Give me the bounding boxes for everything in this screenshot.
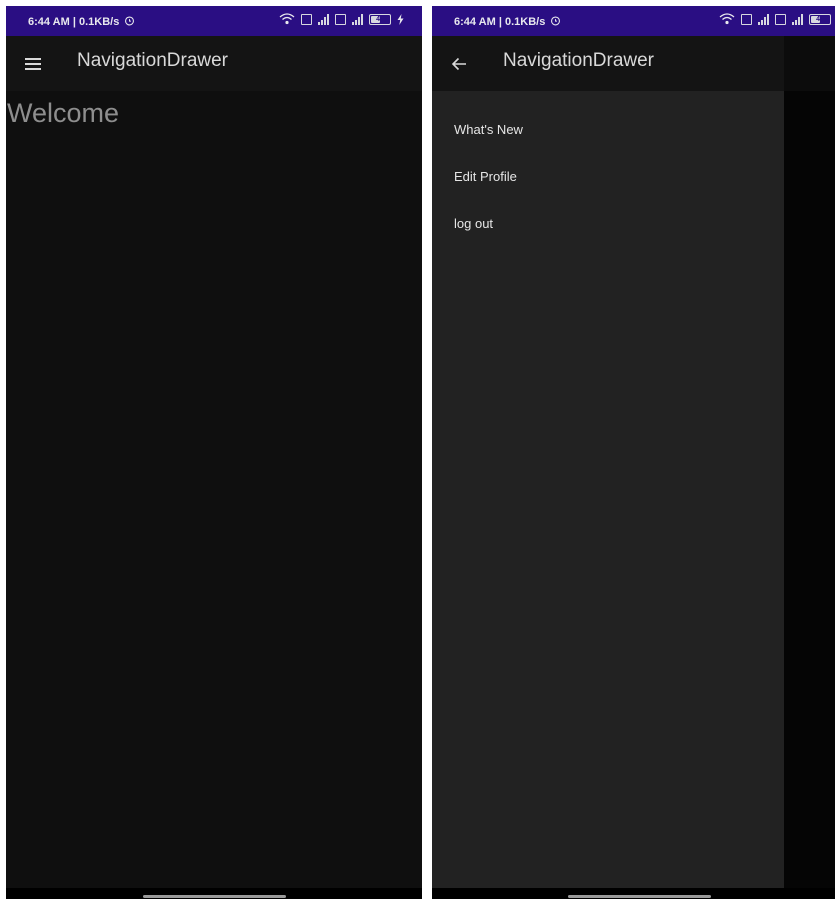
welcome-text: Welcome xyxy=(7,98,120,128)
signal-4g-icon xyxy=(352,13,363,25)
drawer-scrim[interactable] xyxy=(784,91,835,888)
signal-icon xyxy=(758,13,769,25)
signal-4g-icon xyxy=(792,13,803,25)
status-bar: 6:44 AM | 0.1KB/s 44 xyxy=(6,6,422,36)
battery-icon: 44 xyxy=(809,13,831,25)
battery-icon: 44 xyxy=(369,13,391,25)
home-indicator[interactable] xyxy=(143,895,286,898)
sim1-icon xyxy=(741,13,752,25)
alarm-icon xyxy=(551,16,561,26)
sim2-icon xyxy=(775,13,786,25)
navigation-bar xyxy=(6,888,422,899)
battery-level: 44 xyxy=(816,15,824,23)
alarm-icon xyxy=(125,16,135,26)
app-bar: NavigationDrawer xyxy=(6,36,422,91)
app-bar-scrim xyxy=(784,36,835,91)
app-title: NavigationDrawer xyxy=(77,50,229,71)
wifi-icon xyxy=(719,13,735,25)
signal-icon xyxy=(318,13,329,25)
status-icons: 44 xyxy=(719,13,831,25)
status-time: 6:44 AM | 0.1KB/s xyxy=(28,15,135,28)
navigation-bar xyxy=(432,888,835,899)
drawer-screen: 6:44 AM | 0.1KB/s 44 NavigationDrawer Wh… xyxy=(432,6,835,899)
drawer-item-log-out[interactable]: log out xyxy=(454,216,493,231)
app-title: NavigationDrawer xyxy=(503,50,655,71)
app-bar: NavigationDrawer xyxy=(432,36,835,91)
charging-icon xyxy=(397,13,404,25)
status-icons: 44 xyxy=(279,13,404,25)
navigation-drawer: What's New Edit Profile log out xyxy=(432,91,784,888)
wifi-icon xyxy=(279,13,295,25)
status-time: 6:44 AM | 0.1KB/s xyxy=(454,15,561,28)
main-screen: 6:44 AM | 0.1KB/s 44 NavigationDrawer We… xyxy=(6,6,422,899)
status-time-text: 6:44 AM | 0.1KB/s xyxy=(454,16,546,28)
sim2-icon xyxy=(335,13,346,25)
home-indicator[interactable] xyxy=(568,895,711,898)
back-arrow-icon[interactable] xyxy=(448,53,470,75)
drawer-item-edit-profile[interactable]: Edit Profile xyxy=(454,169,517,184)
battery-level: 44 xyxy=(376,15,384,23)
menu-icon[interactable] xyxy=(22,53,44,75)
status-time-text: 6:44 AM | 0.1KB/s xyxy=(28,16,120,28)
sim1-icon xyxy=(301,13,312,25)
drawer-item-whats-new[interactable]: What's New xyxy=(454,122,523,137)
status-bar: 6:44 AM | 0.1KB/s 44 xyxy=(432,6,835,36)
